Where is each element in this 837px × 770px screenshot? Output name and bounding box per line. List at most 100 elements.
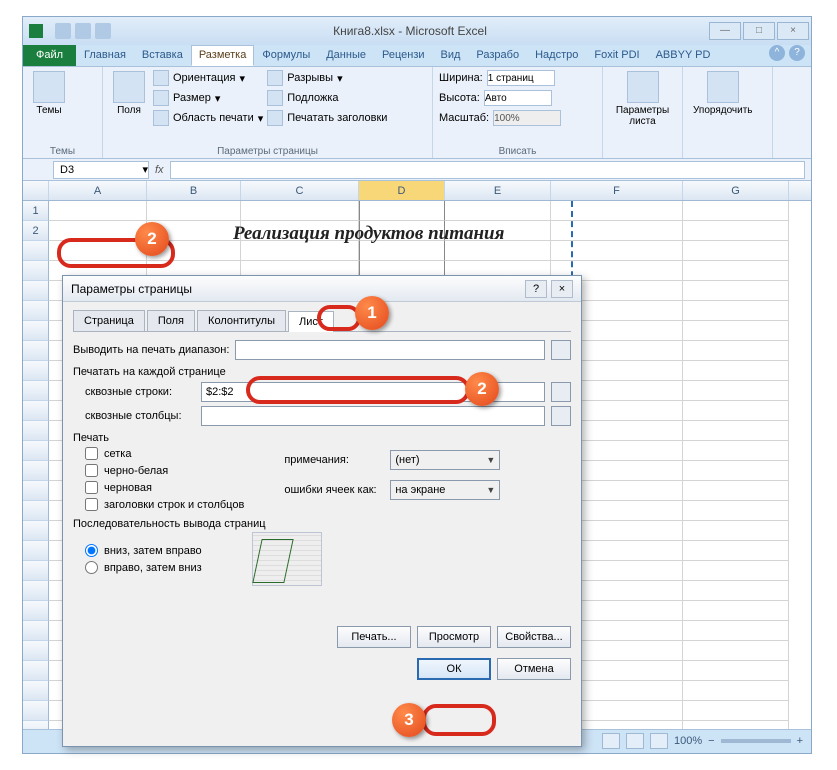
tab-formulas[interactable]: Формулы [254,45,318,66]
name-box[interactable]: D3▾ [53,161,149,179]
row-header[interactable] [23,581,49,601]
row-header[interactable] [23,521,49,541]
margins-button[interactable]: Поля [109,69,149,118]
dialog-tab-headers[interactable]: Колонтитулы [197,310,286,331]
properties-button[interactable]: Свойства... [497,626,571,648]
row-header[interactable] [23,401,49,421]
zoom-out-button[interactable]: − [708,735,714,747]
col-header-E[interactable]: E [445,181,551,200]
dialog-help-button[interactable]: ? [525,280,547,298]
print-range-input[interactable] [235,340,545,360]
qat-save-icon[interactable] [55,23,71,39]
grid-checkbox[interactable] [85,447,98,460]
comments-select[interactable]: (нет)▼ [390,450,500,470]
row-header[interactable] [23,601,49,621]
bw-checkbox[interactable] [85,464,98,477]
ok-button[interactable]: ОК [417,658,491,680]
row-header[interactable]: 1 [23,201,49,221]
minimize-button[interactable]: — [709,22,741,40]
row-header[interactable] [23,381,49,401]
qat-redo-icon[interactable] [95,23,111,39]
row-header[interactable] [23,561,49,581]
print-button[interactable]: Печать... [337,626,411,648]
background-button[interactable]: Подложка [267,89,387,107]
row-header[interactable] [23,641,49,661]
row-header[interactable] [23,481,49,501]
tab-review[interactable]: Рецензи [374,45,433,66]
cols-repeat-input[interactable] [201,406,545,426]
dialog-tab-sheet[interactable]: Лист [288,311,334,332]
dialog-tab-margins[interactable]: Поля [147,310,195,331]
row-header[interactable] [23,621,49,641]
tab-foxit[interactable]: Foxit PDI [586,45,647,66]
tab-addins[interactable]: Надстро [527,45,586,66]
row-header[interactable] [23,661,49,681]
rows-repeat-picker-icon[interactable] [551,382,571,402]
print-titles-button[interactable]: Печатать заголовки [267,109,387,127]
preview-button[interactable]: Просмотр [417,626,491,648]
col-header-D[interactable]: D [359,181,445,200]
view-normal-icon[interactable] [602,733,620,749]
row-header[interactable] [23,341,49,361]
view-page-layout-icon[interactable] [626,733,644,749]
print-range-picker-icon[interactable] [551,340,571,360]
tab-insert[interactable]: Вставка [134,45,191,66]
tab-data[interactable]: Данные [318,45,374,66]
dialog-close-button[interactable]: × [551,280,573,298]
arrange-button[interactable]: Упорядочить [689,69,757,118]
select-all-cell[interactable] [23,181,49,200]
row-header[interactable] [23,361,49,381]
errors-select[interactable]: на экране▼ [390,480,500,500]
row-header[interactable] [23,421,49,441]
headings-checkbox[interactable] [85,498,98,511]
tab-home[interactable]: Главная [76,45,134,66]
zoom-in-button[interactable]: + [797,735,803,747]
close-button[interactable]: × [777,22,809,40]
zoom-level[interactable]: 100% [674,735,702,747]
col-header-C[interactable]: C [241,181,359,200]
help-icon[interactable]: ? [789,45,805,61]
breaks-button[interactable]: Разрывы ▾ [267,69,387,87]
col-header-A[interactable]: A [49,181,147,200]
tab-developer[interactable]: Разрабо [468,45,527,66]
view-break-preview-icon[interactable] [650,733,668,749]
tab-page-layout[interactable]: Разметка [191,45,255,66]
col-header-F[interactable]: F [551,181,683,200]
row-header[interactable] [23,441,49,461]
scale-input[interactable] [493,110,561,126]
col-header-B[interactable]: B [147,181,241,200]
formula-bar[interactable] [170,161,805,179]
dialog-tab-page[interactable]: Страница [73,310,145,331]
row-header[interactable] [23,541,49,561]
row-header[interactable] [23,701,49,721]
tab-file[interactable]: Файл [23,45,76,66]
sheet-options-button[interactable]: Параметры листа [609,69,676,129]
col-header-G[interactable]: G [683,181,789,200]
order-over-radio[interactable] [85,561,98,574]
themes-button[interactable]: Темы [29,69,69,118]
orientation-button[interactable]: Ориентация ▾ [153,69,263,87]
row-header[interactable] [23,681,49,701]
ribbon-minimize-icon[interactable]: ^ [769,45,785,61]
row-header[interactable] [23,501,49,521]
row-header[interactable] [23,241,49,261]
row-header[interactable] [23,301,49,321]
maximize-button[interactable]: □ [743,22,775,40]
zoom-slider[interactable] [721,739,791,743]
fx-icon[interactable]: fx [155,164,164,176]
cols-repeat-picker-icon[interactable] [551,406,571,426]
size-button[interactable]: Размер ▾ [153,89,263,107]
tab-abbyy[interactable]: ABBYY PD [648,45,719,66]
row-header[interactable] [23,321,49,341]
row-header[interactable] [23,261,49,281]
draft-checkbox[interactable] [85,481,98,494]
width-select[interactable] [487,70,555,86]
row-header[interactable] [23,461,49,481]
row-header[interactable] [23,281,49,301]
height-select[interactable] [484,90,552,106]
cancel-button[interactable]: Отмена [497,658,571,680]
row-header[interactable]: 2 [23,221,49,241]
qat-undo-icon[interactable] [75,23,91,39]
tab-view[interactable]: Вид [433,45,469,66]
print-area-button[interactable]: Область печати ▾ [153,109,263,127]
